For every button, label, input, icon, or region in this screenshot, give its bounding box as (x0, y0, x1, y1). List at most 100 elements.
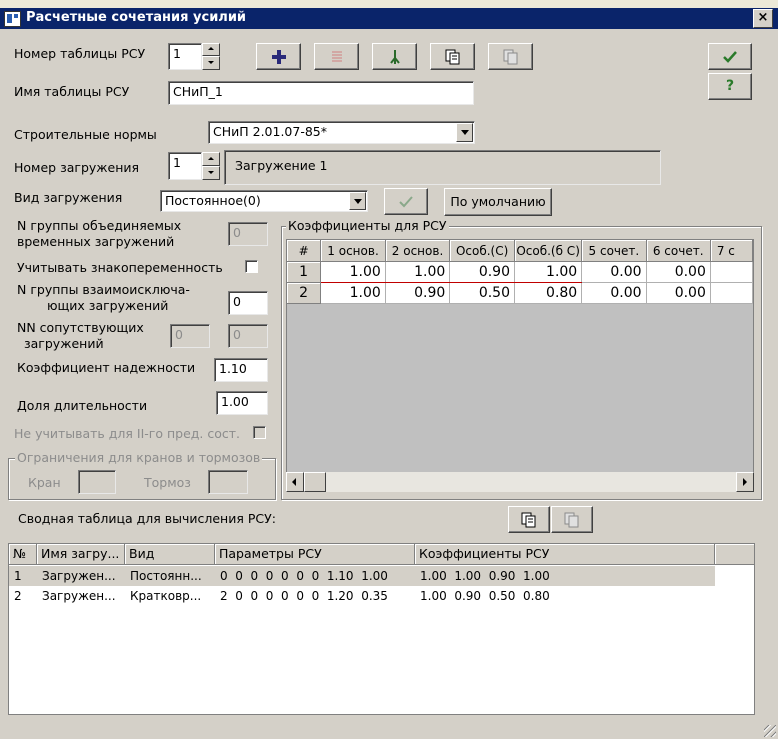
paste-button (488, 43, 533, 70)
coef-cell[interactable] (710, 261, 753, 283)
duration-input[interactable]: 1.00 (216, 391, 268, 415)
coef-cell[interactable]: 1.00 (320, 282, 386, 304)
coef-col-3[interactable]: Особ.(С) (449, 240, 515, 262)
copy-icon (445, 49, 459, 65)
coef-hscrollbar[interactable] (286, 472, 754, 492)
spin-down-button[interactable] (202, 166, 220, 180)
coef-cell[interactable]: 0.90 (385, 282, 451, 304)
coef-cell[interactable]: 0.90 (449, 261, 515, 283)
ok-button[interactable] (708, 43, 752, 70)
row-type: Постоянн... (130, 569, 202, 583)
summary-col-name[interactable]: Имя загру... (37, 544, 125, 565)
summary-col-params[interactable]: Параметры РСУ (215, 544, 415, 565)
coef-cell[interactable]: 0.50 (449, 282, 515, 304)
row-coefs: 1.00 1.00 0.90 1.00 (420, 569, 550, 583)
question-icon: ? (725, 78, 735, 94)
sign-checkbox[interactable] (245, 260, 258, 273)
coef-col-index[interactable]: # (287, 240, 322, 262)
coef-cell[interactable] (710, 282, 753, 304)
scroll-left-button[interactable] (286, 472, 304, 492)
delete-icon (331, 51, 342, 62)
coef-cell[interactable]: 1.00 (320, 261, 386, 283)
tree-button[interactable] (372, 43, 417, 70)
resize-grip[interactable] (764, 725, 776, 737)
table-number-input[interactable]: 1 (168, 43, 202, 70)
norms-select[interactable]: СНиП 2.01.07-85* (208, 121, 475, 144)
checkmark-icon (399, 196, 413, 208)
scroll-thumb[interactable] (304, 472, 326, 492)
plus-icon (271, 50, 286, 64)
coef-col-2[interactable]: 2 основ. (385, 240, 451, 262)
table-name-input[interactable]: СНиП_1 (168, 81, 474, 105)
app-icon (4, 11, 21, 27)
summary-col-type[interactable]: Вид (125, 544, 215, 565)
duration-label: Доля длительности (17, 398, 148, 413)
coef-col-5[interactable]: 5 сочет. (581, 240, 647, 262)
row-params: 2 0 0 0 0 0 0 1.20 0.35 (220, 589, 388, 603)
coef-cell[interactable]: 0.80 (514, 282, 583, 304)
spin-up-button[interactable] (202, 43, 220, 56)
table-number-label: Номер таблицы РСУ (14, 46, 146, 61)
nn-label-1: NN сопутствующих (17, 320, 144, 335)
row-name: Загружен... (42, 569, 116, 583)
paste-icon (503, 49, 517, 65)
brake-label: Тормоз (144, 475, 191, 490)
norms-label: Строительные нормы (14, 127, 157, 142)
load-number-input[interactable]: 1 (168, 152, 202, 180)
spin-up-button[interactable] (202, 152, 220, 166)
summary-col-filler (715, 544, 754, 565)
load-type-select[interactable]: Постоянное(0) (160, 190, 368, 212)
summary-header: № Имя загру... Вид Параметры РСУ Коэффиц… (9, 544, 754, 565)
spin-down-button[interactable] (202, 56, 220, 70)
coef-cell[interactable]: 1.00 (514, 261, 583, 283)
coef-grid[interactable]: # 1 основ. 2 основ. Особ.(С) Особ.(б С) … (286, 239, 754, 492)
norms-dropdown-button[interactable] (456, 123, 473, 142)
list-item[interactable]: 2 Загружен... Кратковр... 2 0 0 0 0 0 0 … (9, 586, 715, 606)
coef-cell[interactable]: 0.00 (646, 282, 711, 304)
load-number-spinner[interactable] (202, 152, 220, 180)
group-temp-input: 0 (228, 222, 268, 246)
mutex-input[interactable]: 0 (228, 291, 268, 315)
summary-col-number[interactable]: № (9, 544, 37, 565)
copy-button[interactable] (430, 43, 475, 70)
coef-cell[interactable]: 0.00 (581, 261, 647, 283)
coef-row-header[interactable]: 2 (287, 282, 322, 304)
help-button[interactable]: ? (708, 73, 752, 100)
coef-col-7[interactable]: 7 с (710, 240, 753, 262)
add-button[interactable] (256, 43, 301, 70)
group-temp-label-1: N группы объединяемых (17, 218, 182, 233)
brake-input (208, 470, 248, 494)
coef-cell[interactable]: 0.00 (646, 261, 711, 283)
load-type-value: Постоянное(0) (165, 193, 261, 208)
apply-button (384, 188, 428, 215)
close-button[interactable]: × (753, 9, 773, 28)
crane-input (78, 470, 116, 494)
summary-col-coefs[interactable]: Коэффициенты РСУ (415, 544, 715, 565)
coef-row: 1 1.00 1.00 0.90 1.00 0.00 0.00 (287, 261, 753, 283)
list-item[interactable]: 1 Загружен... Постоянн... 0 0 0 0 0 0 0 … (9, 566, 715, 586)
coef-col-1[interactable]: 1 основ. (320, 240, 386, 262)
table-number-spinner[interactable] (202, 43, 220, 70)
summary-label: Сводная таблица для вычисления РСУ: (18, 511, 276, 526)
load-number-label: Номер загружения (14, 160, 140, 175)
group-temp-label-2: временных загружений (17, 234, 175, 249)
row-coefs: 1.00 0.90 0.50 0.80 (420, 589, 550, 603)
default-button[interactable]: По умолчанию (444, 188, 552, 216)
coef-col-4[interactable]: Особ.(б С) (514, 240, 583, 262)
coef-cell[interactable]: 0.00 (581, 282, 647, 304)
crane-label: Кран (28, 475, 61, 490)
summary-copy-button[interactable] (508, 506, 550, 533)
summary-list[interactable]: № Имя загру... Вид Параметры РСУ Коэффиц… (8, 543, 755, 715)
nn-label-2: загружений (24, 336, 104, 351)
copy-icon (521, 512, 536, 528)
coef-cell[interactable]: 1.00 (385, 261, 451, 283)
coef-row-header[interactable]: 1 (287, 261, 322, 283)
load-type-dropdown-button[interactable] (349, 192, 366, 210)
checkmark-icon (723, 51, 737, 63)
fork-icon (389, 50, 400, 64)
window-title: Расчетные сочетания усилий (26, 10, 247, 25)
ignore-checkbox (253, 426, 266, 439)
coef-col-6[interactable]: 6 сочет. (646, 240, 711, 262)
scroll-right-button[interactable] (736, 472, 754, 492)
reliability-input[interactable]: 1.10 (214, 358, 268, 382)
